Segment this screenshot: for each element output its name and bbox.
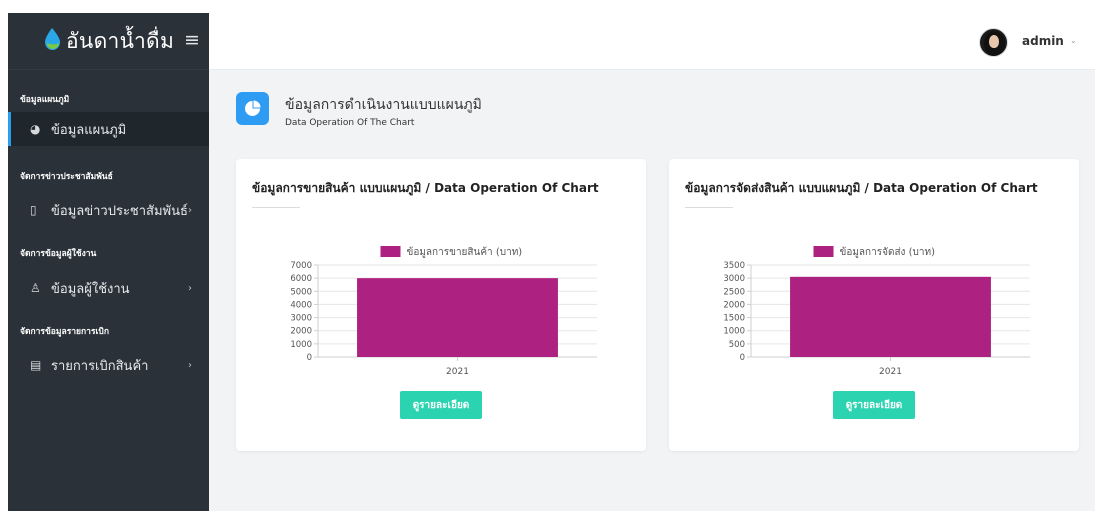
pie-icon: ◕ xyxy=(30,122,41,136)
delivery-bar-chart: ข้อมูลการจัดส่ง (บาท) 0 500 1000 1500 2000 250… xyxy=(723,246,1030,377)
page-subtitle: Data Operation Of The Chart xyxy=(285,118,415,128)
legend-swatch xyxy=(813,246,834,257)
chevron-right-icon: › xyxy=(188,359,192,371)
y-tick-label: 2500 xyxy=(723,287,745,297)
sales-bar-chart: ข้อมูลการขายสินค้า (บาท) 0 1000 2000 3000 400… xyxy=(290,246,597,377)
page-title: ข้อมูลการดำเนินงานแบบแผนภูมิ xyxy=(285,97,482,113)
x-tick-label: 2021 xyxy=(446,367,469,377)
sidebar-item-users[interactable]: ♙ ข้อมูลผู้ใช้งาน › xyxy=(8,271,209,305)
card-title: ข้อมูลการขายสินค้า แบบแผนภูมิ / Data Ope… xyxy=(252,181,599,195)
chevron-down-icon[interactable]: ⌄ xyxy=(1070,36,1077,45)
y-tick-label: 3000 xyxy=(723,274,745,284)
sidebar-group-chart: ข้อมูลแผนภูมิ xyxy=(20,95,70,105)
legend-label: ข้อมูลการจัดส่ง (บาท) xyxy=(840,246,936,258)
y-tick-label: 7000 xyxy=(290,261,312,271)
y-tick-label: 2000 xyxy=(290,327,312,337)
sidebar-item-withdraw[interactable]: ▤ รายการเบิกสินค้า › xyxy=(8,348,209,382)
y-tick-label: 5000 xyxy=(290,287,312,297)
y-tick-label: 2000 xyxy=(723,300,745,310)
sidebar-item-news[interactable]: ▯ ข้อมูลข่าวประชาสัมพันธ์ › xyxy=(8,193,209,227)
y-tick-label: 1500 xyxy=(723,314,745,324)
chevron-right-icon: › xyxy=(188,282,192,294)
card-title: ข้อมูลการจัดส่งสินค้า แบบแผนภูมิ / Data … xyxy=(685,181,1038,195)
brand-name: อันดาน้ำดื่ม xyxy=(66,28,175,53)
top-navbar: admin ⌄ xyxy=(209,13,1095,70)
main-content: ข้อมูลการดำเนินงานแบบแผนภูมิ Data Operat… xyxy=(209,70,1095,511)
user-name[interactable]: admin xyxy=(1022,34,1064,48)
y-tick-label: 0 xyxy=(307,353,312,363)
bar xyxy=(357,278,558,357)
bar xyxy=(790,276,991,357)
y-tick-label: 3000 xyxy=(290,314,312,324)
sidebar-group-news: จัดการข่าวประชาสัมพันธ์ xyxy=(20,172,113,182)
sidebar: อันดาน้ำดื่ม ≡ ข้อมูลแผนภูมิ ◕ ข้อมูลแผน… xyxy=(8,13,209,511)
sidebar-item-label: ข้อมูลข่าวประชาสัมพันธ์ xyxy=(51,203,188,219)
user-icon: ♙ xyxy=(30,281,41,295)
y-tick-label: 500 xyxy=(729,340,745,350)
sidebar-item-chart[interactable]: ◕ ข้อมูลแผนภูมิ xyxy=(8,112,209,146)
legend-label: ข้อมูลการขายสินค้า (บาท) xyxy=(407,246,523,258)
y-tick-label: 1000 xyxy=(723,327,745,337)
divider xyxy=(685,207,733,208)
delivery-chart-card: ข้อมูลการจัดส่งสินค้า แบบแผนภูมิ / Data … xyxy=(669,159,1079,451)
divider xyxy=(252,207,300,208)
chevron-right-icon: › xyxy=(188,204,192,216)
sidebar-group-withdraw: จัดการข้อมูลรายการเบิก xyxy=(20,327,109,337)
legend-swatch xyxy=(380,246,401,257)
y-tick-label: 0 xyxy=(740,353,745,363)
id-card-icon: ▤ xyxy=(30,358,42,372)
y-tick-label: 1000 xyxy=(290,340,312,350)
sidebar-group-users: จัดการข้อมูลผู้ใช้งาน xyxy=(20,249,97,259)
y-tick-label: 3500 xyxy=(723,261,745,271)
pie-chart-icon xyxy=(236,92,269,125)
sidebar-item-label: ข้อมูลผู้ใช้งาน xyxy=(51,281,130,297)
view-details-button[interactable]: ดูรายละเอียด xyxy=(400,391,482,419)
sales-chart-card: ข้อมูลการขายสินค้า แบบแผนภูมิ / Data Ope… xyxy=(236,159,646,451)
brand[interactable]: อันดาน้ำดื่ม ≡ xyxy=(8,13,209,70)
y-tick-label: 4000 xyxy=(290,300,312,310)
x-tick-label: 2021 xyxy=(879,367,902,377)
sidebar-item-label: รายการเบิกสินค้า xyxy=(51,358,149,374)
tablet-icon: ▯ xyxy=(30,203,37,217)
hamburger-menu-icon[interactable]: ≡ xyxy=(184,29,200,51)
y-tick-label: 6000 xyxy=(290,274,312,284)
sidebar-item-label: ข้อมูลแผนภูมิ xyxy=(51,122,127,138)
water-drop-icon xyxy=(45,28,60,50)
view-details-button[interactable]: ดูรายละเอียด xyxy=(833,391,915,419)
avatar[interactable] xyxy=(979,28,1008,57)
